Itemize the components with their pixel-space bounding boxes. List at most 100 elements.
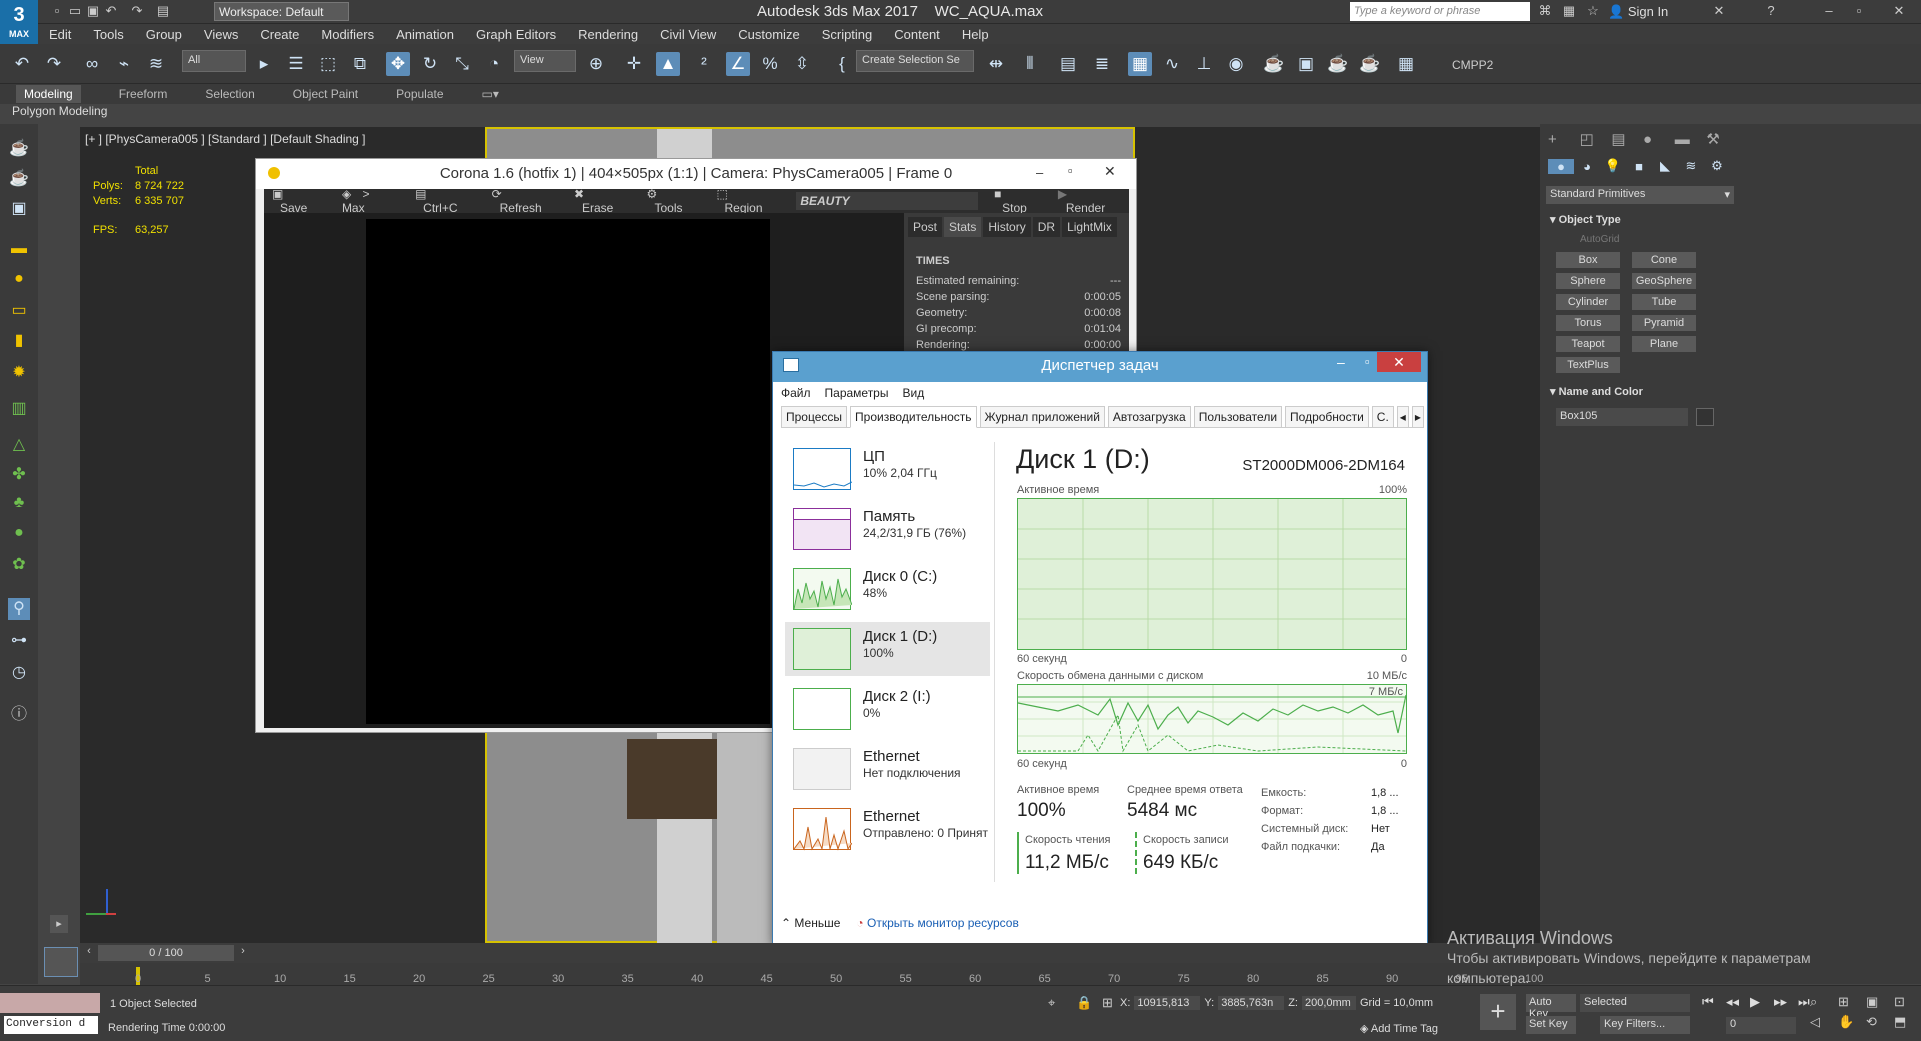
previous-frame-icon[interactable]: ‹ <box>82 945 96 961</box>
pan-icon[interactable]: ✋ <box>1838 1014 1854 1030</box>
field-of-view-icon[interactable]: ◁ <box>1810 1014 1820 1030</box>
menu-edit[interactable]: Edit <box>38 27 82 42</box>
minimize-icon[interactable]: – <box>1337 354 1345 370</box>
cameras-icon[interactable]: ■ <box>1626 159 1652 174</box>
info-icon[interactable]: ⓘ <box>8 700 30 723</box>
resource-disk-0[interactable]: Диск 0 (C:) 48% <box>785 562 990 616</box>
teapot-icon[interactable]: ☕ <box>8 168 30 190</box>
sign-in-link[interactable]: 👤 Sign In <box>1608 4 1668 20</box>
key-filters-button[interactable]: Key Filters... <box>1600 1016 1690 1034</box>
tab-details[interactable]: Подробности <box>1285 405 1369 428</box>
save-icon[interactable]: ▣ <box>84 3 102 19</box>
link-icon[interactable]: ∞ <box>80 52 104 76</box>
star-icon[interactable]: ☆ <box>1584 3 1602 19</box>
resource-ethernet-2[interactable]: Ethernet Отправлено: 0 Принят <box>785 802 990 856</box>
cone-icon[interactable]: △ <box>8 434 30 456</box>
minimize-icon[interactable]: – <box>1036 165 1043 180</box>
menu-file[interactable]: Файл <box>781 386 811 400</box>
pane-divider[interactable] <box>994 442 995 882</box>
play-icon[interactable]: ▶ <box>1750 994 1774 1010</box>
set-key-plus-icon[interactable]: + <box>1480 994 1516 1030</box>
shrub-icon[interactable]: ● <box>8 524 30 546</box>
tab-startup[interactable]: Автозагрузка <box>1107 405 1191 428</box>
exchange-icon[interactable]: ✕ <box>1710 3 1728 19</box>
shapes-icon[interactable]: ◕ <box>1574 159 1600 174</box>
ribbon-toggle-icon[interactable]: ▦ <box>1128 52 1152 76</box>
close-icon[interactable]: ✕ <box>1377 352 1421 372</box>
pyramid-button[interactable]: Pyramid <box>1632 315 1696 331</box>
ribbon-tab-modeling[interactable]: Modeling <box>16 85 81 103</box>
resource-disk-1[interactable]: Диск 1 (D:) 100% <box>785 622 990 676</box>
primitive-category-dropdown[interactable]: Standard Primitives ▾ <box>1546 186 1734 204</box>
tab-stats[interactable]: Stats <box>944 217 982 237</box>
y-coordinate-field[interactable]: 3885,763n <box>1218 996 1285 1010</box>
motion-icon[interactable]: ⊶ <box>8 630 30 652</box>
mini-curve-editor-icon[interactable] <box>44 947 78 977</box>
maxscript-listener[interactable] <box>0 993 100 1013</box>
render-button[interactable]: ▶ Render <box>1058 187 1121 215</box>
hierarchy-tab-icon[interactable]: ▤ <box>1611 130 1643 148</box>
resource-memory[interactable]: Память 24,2/31,9 ГБ (76%) <box>785 502 990 556</box>
time-slider-thumb[interactable]: 0 / 100 <box>98 945 234 961</box>
plane-button[interactable]: Plane <box>1632 336 1696 352</box>
sphere-button[interactable]: Sphere <box>1556 273 1620 289</box>
menu-views[interactable]: Views <box>193 27 249 42</box>
selection-filter-dropdown[interactable]: All <box>182 50 246 72</box>
disc-icon[interactable]: ▭ <box>8 300 30 322</box>
undo-icon[interactable]: ↶ <box>10 52 34 76</box>
x-coordinate-field[interactable]: 10915,813 <box>1134 996 1201 1010</box>
percent-snap-icon[interactable]: % <box>758 52 782 76</box>
isolate-icon[interactable]: ⌖ <box>1048 995 1055 1011</box>
fewer-details-button[interactable]: ⌃ Меньше <box>781 916 840 930</box>
tab-performance[interactable]: Производительность <box>850 405 977 428</box>
menu-civil-view[interactable]: Civil View <box>649 27 727 42</box>
zoom-extents-icon[interactable]: ▣ <box>1866 994 1878 1010</box>
name-color-rollout[interactable]: ▾ Name and Color <box>1546 382 1734 402</box>
render-shortcuts-icon[interactable]: ▦ <box>1394 52 1418 76</box>
layer-manager-icon[interactable]: ▤ <box>1056 52 1080 76</box>
maximize-viewport-icon[interactable]: ⬒ <box>1894 1014 1906 1030</box>
menu-help[interactable]: Help <box>951 27 1000 42</box>
tab-dr[interactable]: DR <box>1032 217 1061 237</box>
tools-button[interactable]: ⚙ Tools <box>646 187 700 215</box>
placement-icon[interactable]: ◔ <box>482 52 506 76</box>
modify-tab-icon[interactable]: ◰ <box>1580 130 1612 148</box>
render-iterative-icon[interactable]: ☕ <box>1358 52 1382 76</box>
viewport-label[interactable]: [+ ] [PhysCamera005 ] [Standard ] [Defau… <box>85 132 366 146</box>
auto-key-button[interactable]: Auto Key <box>1526 994 1576 1020</box>
curve-editor-icon[interactable]: ∿ <box>1160 52 1184 76</box>
orbit-icon[interactable]: ⟲ <box>1866 1014 1877 1030</box>
scene-explorer-icon[interactable]: ≣ <box>1090 52 1114 76</box>
key-mode-dropdown[interactable]: Selected <box>1580 994 1690 1012</box>
mirror-icon[interactable]: ⇹ <box>984 52 1008 76</box>
render-production-icon[interactable]: ☕ <box>1326 52 1350 76</box>
copy-button[interactable]: ▤ Ctrl+C <box>415 187 475 215</box>
stairs-icon[interactable]: ▥ <box>8 398 30 420</box>
maximize-icon[interactable]: ▫ <box>1365 354 1370 369</box>
menu-modifiers[interactable]: Modifiers <box>310 27 385 42</box>
menu-rendering[interactable]: Rendering <box>567 27 649 42</box>
ribbon-tab-freeform[interactable]: Freeform <box>119 87 168 101</box>
stop-button[interactable]: ■ Stop <box>994 187 1042 215</box>
geometry-icon[interactable]: ● <box>1548 158 1574 174</box>
systems-icon[interactable]: ⚙ <box>1704 158 1730 174</box>
spacewarps-icon[interactable]: ≋ <box>1678 158 1704 174</box>
menu-view[interactable]: Вид <box>902 386 924 400</box>
maxscript-input[interactable]: Conversion d <box>4 1016 98 1034</box>
object-type-rollout[interactable]: ▾ Object Type <box>1546 210 1734 230</box>
menu-options[interactable]: Параметры <box>825 386 889 400</box>
keyboard-shortcut-icon[interactable]: ▲ <box>656 52 680 76</box>
go-to-start-icon[interactable]: ⏮ <box>1702 994 1726 1010</box>
cylinder-button[interactable]: Cylinder <box>1556 294 1620 310</box>
previous-key-icon[interactable]: ◂◂ <box>1726 994 1750 1010</box>
resource-cpu[interactable]: ЦП 10% 2,04 ГГц <box>785 442 990 496</box>
reference-coordinate-dropdown[interactable]: View <box>514 50 576 72</box>
spinner-snap-icon[interactable]: ⇳ <box>790 52 814 76</box>
region-button[interactable]: ⬚ Region <box>716 187 780 215</box>
sphere-icon[interactable]: ● <box>8 270 30 292</box>
helpers-icon[interactable]: ◣ <box>1652 158 1678 174</box>
binoculars-icon[interactable]: ⌘ <box>1536 3 1554 19</box>
bind-spacewarp-icon[interactable]: ≋ <box>144 52 168 76</box>
pivot-center-icon[interactable]: ⊕ <box>584 52 608 76</box>
cylinder-icon[interactable]: ▮ <box>8 330 30 352</box>
